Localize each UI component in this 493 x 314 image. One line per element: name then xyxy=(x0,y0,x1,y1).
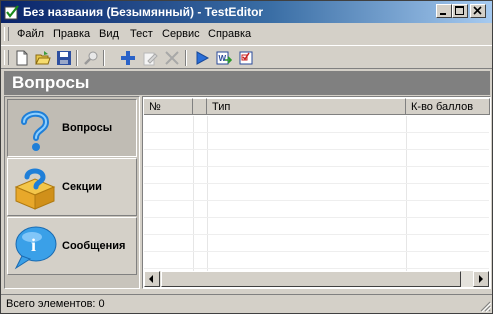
svg-text:W: W xyxy=(219,54,227,63)
grid-column-line xyxy=(406,116,407,272)
checklist-button[interactable] xyxy=(237,49,255,67)
menu-file[interactable]: Файл xyxy=(17,28,44,40)
grid-row-line xyxy=(144,200,489,201)
grid-row-line xyxy=(144,251,489,252)
export-word-button[interactable]: W xyxy=(215,49,233,67)
maximize-button[interactable] xyxy=(452,4,468,18)
toolbar-separator xyxy=(76,50,78,66)
grid-row-line xyxy=(144,234,489,235)
nav-item-messages[interactable]: i Сообщения xyxy=(7,217,137,275)
grid-column-line xyxy=(193,116,194,272)
menu-help[interactable]: Справка xyxy=(208,28,251,40)
delete-button[interactable] xyxy=(163,49,181,67)
column-header-score[interactable]: К-во баллов xyxy=(406,98,490,115)
arrow-right-icon xyxy=(479,275,483,283)
arrow-left-icon xyxy=(149,275,153,283)
horizontal-scrollbar[interactable] xyxy=(144,271,489,287)
navigation-panel: Вопросы Секции i Сообщения xyxy=(4,96,140,289)
add-icon xyxy=(121,51,135,65)
find-icon xyxy=(84,51,98,65)
section-title: Вопросы xyxy=(12,73,90,92)
open-button[interactable] xyxy=(34,49,52,67)
column-header-type[interactable]: Тип xyxy=(207,98,406,115)
open-folder-icon xyxy=(35,51,51,65)
grid-row-line xyxy=(144,183,489,184)
nav-item-label: Секции xyxy=(62,181,102,193)
section-header: Вопросы xyxy=(4,71,490,95)
title-bar[interactable]: Без названия (Безымянный) - TestEditor xyxy=(1,1,492,23)
info-bubble-icon: i xyxy=(14,226,57,270)
run-icon xyxy=(196,51,210,65)
svg-text:i: i xyxy=(31,235,36,255)
resize-grip-icon[interactable] xyxy=(479,300,491,312)
checklist-icon xyxy=(239,51,253,65)
grid-row-line xyxy=(144,132,489,133)
nav-item-sections[interactable]: Секции xyxy=(7,158,137,216)
nav-item-label: Вопросы xyxy=(62,122,113,134)
question-mark-icon xyxy=(21,110,50,151)
menu-service[interactable]: Сервис xyxy=(162,28,200,40)
grid-row-line xyxy=(144,268,489,269)
delete-icon xyxy=(165,51,179,65)
column-header-number[interactable]: № xyxy=(144,98,193,115)
menu-grip[interactable] xyxy=(4,27,9,41)
toolbar: W xyxy=(1,45,492,69)
status-text: Всего элементов: 0 xyxy=(6,298,105,310)
minimize-icon xyxy=(440,13,446,15)
find-button[interactable] xyxy=(82,49,100,67)
new-document-icon xyxy=(16,50,28,66)
scroll-right-button[interactable] xyxy=(473,271,489,287)
column-header-blank[interactable] xyxy=(193,98,207,115)
toolbar-separator xyxy=(185,50,187,66)
toolbar-grip[interactable] xyxy=(4,50,9,65)
maximize-icon xyxy=(455,6,464,15)
close-button[interactable] xyxy=(470,4,486,18)
app-icon xyxy=(4,5,19,20)
grid-column-line xyxy=(207,116,208,272)
status-bar: Всего элементов: 0 xyxy=(1,294,492,313)
toolbar-separator xyxy=(103,50,105,66)
save-icon xyxy=(57,51,71,65)
questions-table[interactable]: № Тип К-во баллов xyxy=(142,96,491,289)
edit-button[interactable] xyxy=(141,49,159,67)
menu-edit[interactable]: Правка xyxy=(53,28,90,40)
minimize-button[interactable] xyxy=(436,4,452,18)
close-icon xyxy=(473,6,482,15)
save-button[interactable] xyxy=(55,49,73,67)
app-window: Без названия (Безымянный) - TestEditor Ф… xyxy=(0,0,493,314)
grid-row-line xyxy=(144,217,489,218)
window-title: Без названия (Безымянный) - TestEditor xyxy=(23,5,264,19)
edit-icon xyxy=(143,52,158,66)
grid-row-line xyxy=(144,166,489,167)
grid-row-line xyxy=(144,149,489,150)
run-button[interactable] xyxy=(193,49,211,67)
scroll-left-button[interactable] xyxy=(144,271,160,287)
nav-item-label: Сообщения xyxy=(62,240,126,252)
export-word-icon: W xyxy=(216,51,232,65)
add-button[interactable] xyxy=(119,49,137,67)
new-button[interactable] xyxy=(13,49,31,67)
menu-bar: Файл Правка Вид Тест Сервис Справка xyxy=(1,24,492,44)
menu-view[interactable]: Вид xyxy=(99,28,119,40)
box-question-icon xyxy=(14,168,56,210)
scroll-thumb[interactable] xyxy=(161,271,461,287)
nav-item-questions[interactable]: Вопросы xyxy=(7,99,137,157)
menu-test[interactable]: Тест xyxy=(130,28,153,40)
